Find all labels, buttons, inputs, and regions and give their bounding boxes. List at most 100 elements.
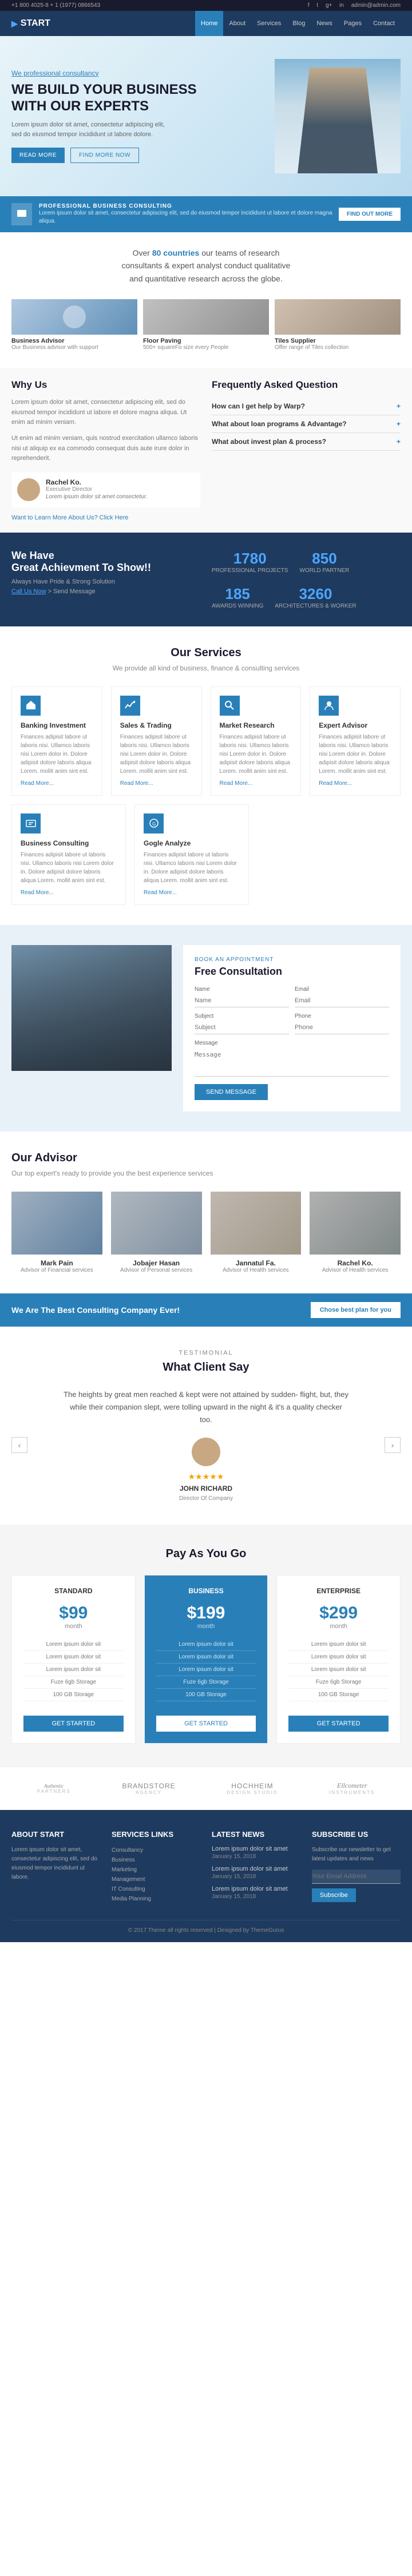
service-trading: Sales & Trading Finances adipisit labore…	[111, 686, 202, 796]
service-expert-link[interactable]: Read More...	[319, 780, 391, 787]
partner-1: Authentic PARTNERS	[37, 1783, 71, 1794]
feature-ent-1: Lorem ipsum dolor sit	[288, 1638, 389, 1651]
footer-email-input[interactable]	[312, 1870, 401, 1884]
partner-3-name: HOCHHEIM	[227, 1782, 278, 1790]
stat-projects: 1780 Professional Projects	[212, 550, 288, 574]
form-phone-input[interactable]	[295, 1021, 389, 1034]
top-right: f t g+ in admin@admin.com	[302, 2, 401, 9]
advisor-card-role-1: Advisor of Financial services	[11, 1267, 102, 1273]
team-image-3: Tiles Supplier Offer range of Tiles coll…	[275, 299, 401, 351]
consultation-section: Book An Appointment Free Consultation Na…	[0, 925, 412, 1132]
advisor-card-name-3: Jannatul Fa.	[211, 1259, 302, 1267]
services-section: Our Services We provide all kind of busi…	[0, 626, 412, 925]
hero-buttons: READ MORE FIND MORE NOW	[11, 148, 275, 163]
faq-item-1[interactable]: How can I get help by Warp? +	[212, 398, 401, 415]
testimonial-author: ★★★★★ JOHN RICHARD Director Of Company	[11, 1438, 401, 1502]
advisor-card-2: Jobajer Hasan Advisor of Personal servic…	[111, 1192, 202, 1273]
partner-3: HOCHHEIM DESIGN STUDIO	[227, 1782, 278, 1795]
service-analyze-title: Gogle Analyze	[144, 839, 240, 847]
social-in[interactable]: in	[339, 2, 344, 9]
faq-item-2[interactable]: What about loan programs & Advantage? +	[212, 415, 401, 433]
form-subject-field: Subject	[195, 1013, 289, 1034]
faq-toggle-icon-3: +	[397, 438, 401, 446]
faq-item-3[interactable]: What about invest plan & process? +	[212, 433, 401, 451]
footer-link-consultancy[interactable]: Consultancy	[112, 1845, 200, 1855]
faq-question-2[interactable]: What about loan programs & Advantage? +	[212, 420, 401, 428]
trading-icon	[120, 696, 140, 716]
advisor-card-3: Jannatul Fa. Advisor of Health services	[211, 1192, 302, 1273]
form-name-input[interactable]	[195, 994, 289, 1007]
carousel-next-button[interactable]: ›	[385, 1437, 401, 1453]
strip-cta-button[interactable]: FIND OUT MORE	[339, 208, 401, 221]
footer-news-2-date: January 15, 2018	[212, 1874, 300, 1880]
partner-2: BRANDSTORE AGENCY	[122, 1782, 176, 1795]
form-email-input[interactable]	[295, 994, 389, 1007]
service-trading-link[interactable]: Read More...	[120, 780, 193, 787]
advisor-role: Executive Director	[46, 486, 147, 493]
svg-text:G: G	[152, 821, 156, 827]
footer-about-title: About Start	[11, 1830, 100, 1839]
stat-projects-num: 1780	[212, 550, 288, 567]
feature-ent-5: 100 GB Storage	[288, 1689, 389, 1701]
main-navigation: ▶ START Home About Services Blog News Pa…	[0, 11, 412, 36]
service-research-link[interactable]: Read More...	[220, 780, 292, 787]
form-message-input[interactable]	[195, 1048, 389, 1077]
pricing-standard-btn[interactable]: Get Started	[23, 1716, 124, 1732]
service-banking-link[interactable]: Read More...	[21, 780, 93, 787]
footer-subscribe-button[interactable]: Subscribe	[312, 1888, 356, 1902]
team-img-box-2	[143, 299, 269, 335]
service-analyze-link[interactable]: Read More...	[144, 890, 240, 896]
footer-link-management[interactable]: Management	[112, 1875, 200, 1884]
social-tw[interactable]: t	[316, 2, 318, 9]
social-gp[interactable]: g+	[326, 2, 332, 9]
feature-std-4: Fuze 6gb Storage	[23, 1676, 124, 1689]
pricing-enterprise-btn[interactable]: Get Started	[288, 1716, 389, 1732]
footer-news-1: Lorem ipsum dolor sit amet January 15, 2…	[212, 1845, 300, 1860]
testimonial-label: Testimonial	[11, 1349, 401, 1356]
form-subject-input[interactable]	[195, 1021, 289, 1034]
social-fb[interactable]: f	[308, 2, 310, 9]
why-us-text-2: Ut enim ad minim veniam, quis nostrud ex…	[11, 434, 200, 464]
hero-find-more-button[interactable]: FIND MORE NOW	[70, 148, 139, 163]
carousel-prev-button[interactable]: ‹	[11, 1437, 27, 1453]
footer-link-it[interactable]: IT Consulting	[112, 1884, 200, 1894]
form-submit-button[interactable]: SEND MESSAGE	[195, 1084, 268, 1100]
nav-contact[interactable]: Contact	[367, 11, 401, 36]
learn-more-link[interactable]: Want to Learn More About Us? Click Here	[11, 514, 200, 521]
pricing-business-btn[interactable]: Get Started	[156, 1716, 256, 1732]
nav-services[interactable]: Services	[251, 11, 287, 36]
nav-blog[interactable]: Blog	[287, 11, 311, 36]
advisor-card-name-4: Rachel Ko.	[310, 1259, 401, 1267]
footer-subscribe-title: Subscribe Us	[312, 1830, 401, 1839]
faq-question-1[interactable]: How can I get help by Warp? +	[212, 402, 401, 410]
team-image-1: Business Advisor Our Business advisor wi…	[11, 299, 137, 351]
footer-link-business[interactable]: Business	[112, 1855, 200, 1865]
team-sub-3: Offer range of Tiles collection	[275, 344, 401, 351]
nav-news[interactable]: News	[311, 11, 338, 36]
advisor-card-1: Mark Pain Advisor of Financial services	[11, 1192, 102, 1273]
top-bar: +1 800 4025-8 + 1 (1977) 0866543 f t g+ …	[0, 0, 412, 11]
advisor-card-4: Rachel Ko. Advisor of Health services	[310, 1192, 401, 1273]
footer-link-media[interactable]: Media Planning	[112, 1894, 200, 1904]
faq-question-3[interactable]: What about invest plan & process? +	[212, 438, 401, 446]
footer-about-text: Lorem ipsum dolor sit amet, consectetur …	[11, 1845, 100, 1882]
stats-title: We HaveGreat Achievment To Show!!	[11, 550, 200, 574]
nav-home[interactable]: Home	[195, 11, 223, 36]
nav-pages[interactable]: Pages	[338, 11, 367, 36]
nav-about[interactable]: About	[223, 11, 251, 36]
team-sub-1: Our Business advisor with support	[11, 344, 137, 351]
cta-button[interactable]: Chose best plan for you	[311, 1302, 401, 1318]
advisor-card-role-3: Advisor of Health services	[211, 1267, 302, 1273]
service-consulting-link[interactable]: Read More...	[21, 890, 117, 896]
stat-partners: 850 World Partner	[300, 550, 350, 574]
stats-numbers: 1780 Professional Projects 850 World Par…	[212, 550, 401, 609]
footer-services-title: Services Links	[112, 1830, 200, 1839]
service-analyze: G Gogle Analyze Finances adipisit labore…	[134, 804, 249, 905]
hero-read-more-button[interactable]: READ MORE	[11, 148, 65, 163]
stats-cta-link[interactable]: Call Us Now	[11, 588, 46, 595]
footer-news-3-title: Lorem ipsum dolor sit amet	[212, 1886, 300, 1892]
stats-cta: Call Us Now > Send Message	[11, 588, 200, 595]
testimonial-title: What Client Say	[11, 1361, 401, 1374]
footer-link-marketing[interactable]: Marketing	[112, 1865, 200, 1875]
pricing-enterprise-amount: 299	[329, 1603, 358, 1622]
